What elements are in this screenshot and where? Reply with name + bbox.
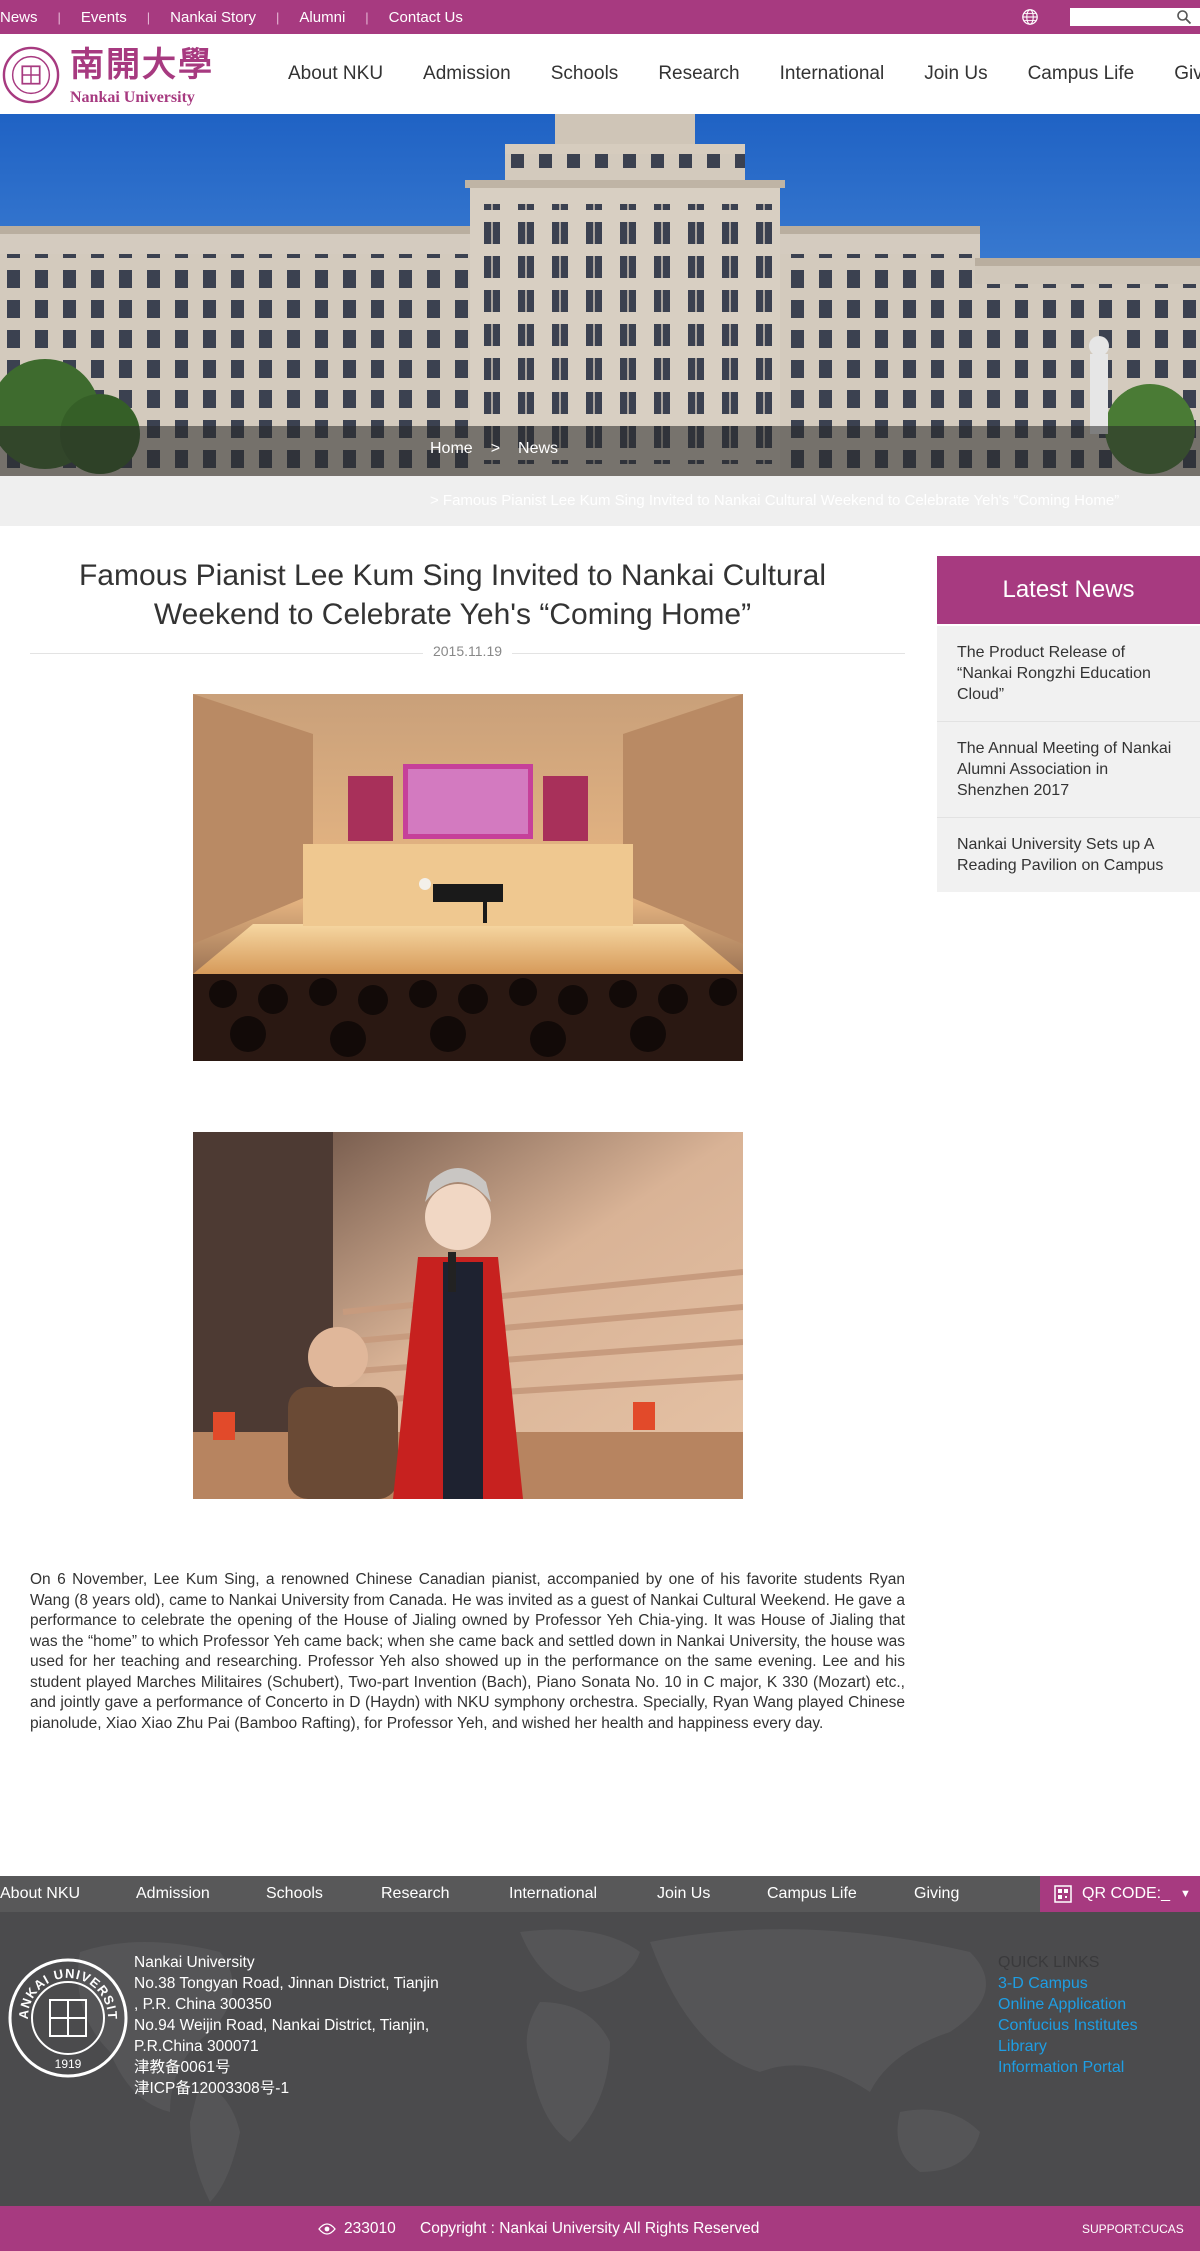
address-line: P.R.China 300071 (134, 2038, 259, 2055)
top-link-nankai-story[interactable]: Nankai Story (170, 9, 256, 26)
nav-campus-life[interactable]: Campus Life (1028, 63, 1135, 85)
breadcrumb-overlay (0, 426, 1200, 476)
article-title-line-2: Weekend to Celebrate Yeh's “Coming Home” (153, 598, 752, 631)
nav-join-us[interactable]: Join Us (924, 63, 987, 85)
nav-giving[interactable]: Giving (1174, 63, 1200, 85)
latest-news-item[interactable]: The Product Release of “Nankai Rongzhi E… (937, 626, 1200, 722)
concert-hall-illustration (193, 694, 743, 1061)
quick-links: QUICK LINKS 3-D Campus Online Applicatio… (998, 1952, 1138, 2078)
quick-link-information-portal[interactable]: Information Portal (998, 2057, 1138, 2078)
breadcrumb-news[interactable]: News (518, 440, 558, 458)
quick-link-online-application[interactable]: Online Application (998, 1994, 1138, 2015)
site-footer: About NKU Admission Schools Research Int… (0, 1876, 1200, 2206)
latest-news-heading: Latest News (937, 556, 1200, 624)
address-line[interactable]: 津ICP备12003308号-1 (134, 2078, 439, 2099)
eye-icon (318, 2223, 336, 2235)
top-utility-bar: News | Events | Nankai Story | Alumni | … (0, 0, 1200, 34)
quick-links-title: QUICK LINKS (998, 1954, 1100, 1971)
university-seal-logo[interactable] (2, 46, 60, 104)
footer-nav-giving[interactable]: Giving (914, 1885, 994, 1903)
logo-chinese-name[interactable]: 南開大學 (70, 46, 214, 84)
professor-speaking-illustration (193, 1132, 743, 1499)
copyright-bar: 233010 Copyright : Nankai University All… (0, 2206, 1200, 2251)
article-date: 2015.11.19 (30, 643, 905, 659)
subcrumb-article-path: > Famous Pianist Lee Kum Sing Invited to… (430, 492, 1120, 509)
latest-news-list: The Product Release of “Nankai Rongzhi E… (937, 626, 1200, 892)
nav-admission[interactable]: Admission (423, 63, 511, 85)
footer-nav-join-us[interactable]: Join Us (657, 1885, 767, 1903)
visit-count: 233010 (344, 2220, 396, 2237)
footer-address: Nankai University No.38 Tongyan Road, Ji… (134, 1952, 439, 2099)
professor-speaking-photo (193, 1132, 743, 1499)
concert-hall-photo (193, 694, 743, 1061)
address-line: , P.R. China 300350 (134, 1996, 272, 2013)
qr-code-button[interactable]: QR CODE:_ ▼ (1040, 1876, 1200, 1912)
main-navigation: About NKU Admission Schools Research Int… (288, 34, 1200, 114)
visit-counter: 233010 (318, 2220, 396, 2238)
divider: | (146, 9, 151, 25)
top-links: News | Events | Nankai Story | Alumni | … (0, 0, 463, 34)
article-title-line-1: Famous Pianist Lee Kum Sing Invited to N… (78, 559, 827, 592)
support-credit[interactable]: SUPPORT:CUCAS (1082, 2222, 1184, 2236)
nav-international[interactable]: International (780, 63, 885, 85)
footer-navigation: About NKU Admission Schools Research Int… (0, 1876, 994, 1912)
top-link-events[interactable]: Events (81, 9, 127, 26)
breadcrumb-separator: > (490, 440, 501, 457)
address-line: No.38 Tongyan Road, Jinnan District, Tia… (134, 1975, 439, 1992)
breadcrumb-home[interactable]: Home (430, 440, 473, 458)
latest-news-item[interactable]: The Annual Meeting of Nankai Alumni Asso… (937, 722, 1200, 818)
quick-link-library[interactable]: Library (998, 2036, 1138, 2057)
divider: | (57, 9, 61, 25)
address-line[interactable]: 津教备0061号 (134, 2057, 439, 2078)
copyright-text: Copyright : Nankai University All Rights… (420, 2220, 760, 2237)
caret-down-icon: ▼ (1180, 1888, 1191, 1900)
qr-code-icon (1054, 1885, 1072, 1903)
address-line: No.94 Weijin Road, Nankai District, Tian… (134, 2017, 430, 2034)
quick-link-3d-campus[interactable]: 3-D Campus (998, 1973, 1138, 1994)
top-link-contact-us[interactable]: Contact Us (389, 9, 463, 26)
divider: | (276, 9, 280, 25)
top-link-alumni[interactable]: Alumni (299, 9, 345, 26)
search-icon[interactable] (1176, 9, 1192, 25)
footer-nav-campus-life[interactable]: Campus Life (767, 1885, 914, 1903)
main-building-illustration (0, 114, 1200, 476)
article-title: Famous Pianist Lee Kum Sing Invited to N… (30, 556, 875, 634)
footer-nav-about-nku[interactable]: About NKU (0, 1885, 136, 1903)
qr-code-label: QR CODE:_ (1082, 1885, 1171, 1902)
nav-research[interactable]: Research (658, 63, 739, 85)
top-link-news[interactable]: News (0, 9, 38, 26)
logo-english-name[interactable]: Nankai University (70, 89, 195, 107)
footer-nav-schools[interactable]: Schools (266, 1885, 381, 1903)
footer-nav-admission[interactable]: Admission (136, 1885, 266, 1903)
address-line: Nankai University (134, 1954, 255, 1971)
university-seal-footer: NANKAI UNIVERSITY 1919 (6, 1956, 128, 2078)
globe-icon[interactable] (1021, 8, 1039, 26)
article-date-text: 2015.11.19 (422, 643, 513, 659)
article-body: On 6 November, Lee Kum Sing, a renowned … (30, 1571, 905, 1732)
footer-nav-international[interactable]: International (509, 1885, 657, 1903)
latest-news-item[interactable]: Nankai University Sets up A Reading Pavi… (937, 818, 1200, 892)
site-header: 南開大學 Nankai University About NKU Admissi… (0, 34, 1200, 114)
quick-link-confucius-institutes[interactable]: Confucius Institutes (998, 2015, 1138, 2036)
nav-about-nku[interactable]: About NKU (288, 63, 383, 85)
nav-schools[interactable]: Schools (551, 63, 619, 85)
divider: | (365, 9, 369, 25)
footer-nav-research[interactable]: Research (381, 1885, 509, 1903)
breadcrumb: Home > News (430, 440, 558, 458)
seal-year: 1919 (55, 2057, 82, 2071)
campus-banner-image (0, 114, 1200, 476)
